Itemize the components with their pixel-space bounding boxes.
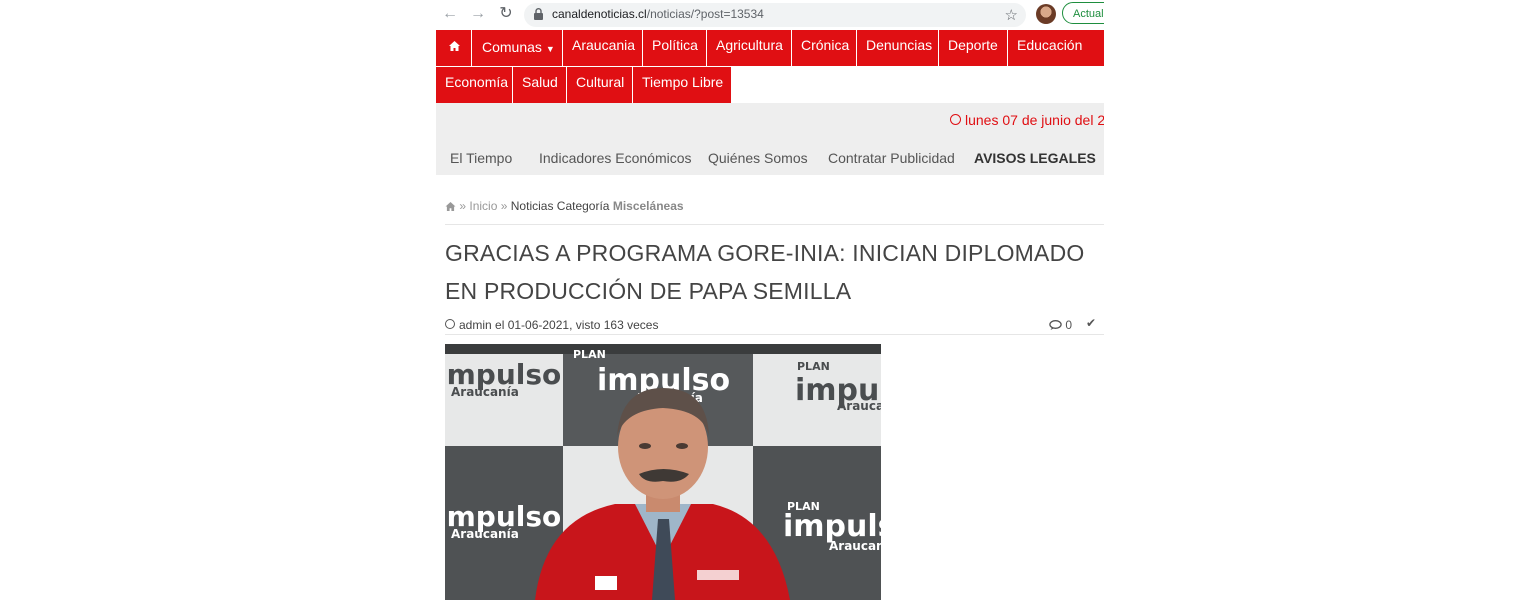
top-info-bar: lunes 07 de junio del 20 El Tiempo Indic… — [436, 103, 1104, 175]
nav-salud[interactable]: Salud — [513, 67, 567, 103]
check-icon: ✔ — [1086, 316, 1097, 330]
logo-region-text: Araucanía — [829, 539, 881, 553]
comments-number: 0 — [1065, 318, 1073, 332]
reload-icon[interactable]: ↻ — [496, 4, 516, 24]
main-nav: Comunas ▼ Araucania Política Agricultura … — [436, 30, 1104, 103]
logo-plan-text: PLAN — [573, 348, 606, 361]
divider — [445, 224, 1104, 225]
breadcrumb: » Inicio » Noticias Categoría Miscelánea… — [445, 199, 684, 213]
nav-cronica[interactable]: Crónica — [792, 30, 857, 66]
nav-agricultura[interactable]: Agricultura — [707, 30, 792, 66]
breadcrumb-current: Noticias Categoría — [510, 199, 610, 213]
link-el-tiempo[interactable]: El Tiempo — [450, 150, 512, 166]
nav-label: Agricultura — [716, 37, 783, 53]
nav-label: Cultural — [576, 74, 625, 90]
bookmark-star-icon[interactable]: ☆ — [1005, 6, 1018, 24]
link-contratar-publicidad[interactable]: Contratar Publicidad — [828, 150, 955, 166]
browser-frame: ← → ↻ canaldenoticias.cl/noticias/?post=… — [436, 0, 1104, 600]
profile-avatar[interactable] — [1036, 4, 1056, 24]
back-icon[interactable]: ← — [440, 4, 460, 24]
nav-label: Política — [652, 37, 698, 53]
url-text: canaldenoticias.cl/noticias/?post=13534 — [552, 7, 764, 21]
link-avisos-legales[interactable]: AVISOS LEGALES — [974, 150, 1096, 166]
nav-label: Crónica — [801, 37, 850, 53]
nav-tiempo-libre[interactable]: Tiempo Libre — [633, 67, 731, 103]
date-text: lunes 07 de junio del 20 — [965, 112, 1104, 128]
comment-icon — [1049, 320, 1062, 330]
breadcrumb-separator: » — [500, 199, 508, 213]
nav-deporte[interactable]: Deporte — [939, 30, 1008, 66]
logo-region-text: Araucanía — [451, 527, 519, 541]
current-date: lunes 07 de junio del 20 — [950, 112, 1104, 128]
nav-label: Denuncias — [866, 37, 933, 53]
nav-comunas[interactable]: Comunas ▼ — [472, 30, 563, 66]
breadcrumb-inicio[interactable]: Inicio — [469, 199, 497, 213]
article-image: PLAN impulso Araucanía impulso Araucanía… — [445, 344, 881, 600]
breadcrumb-category[interactable]: Misceláneas — [613, 199, 684, 213]
clock-icon — [950, 114, 961, 125]
chevron-down-icon: ▼ — [545, 44, 555, 54]
address-bar[interactable]: canaldenoticias.cl/noticias/?post=13534 … — [524, 3, 1026, 27]
link-quienes-somos[interactable]: Quiénes Somos — [708, 150, 808, 166]
nav-cultural[interactable]: Cultural — [567, 67, 633, 103]
home-icon[interactable] — [445, 202, 456, 211]
nav-label: Tiempo Libre — [642, 74, 724, 90]
nav-denuncias[interactable]: Denuncias — [857, 30, 939, 66]
nav-educacion[interactable]: Educación — [1008, 30, 1104, 66]
nav-economia[interactable]: Economía — [436, 67, 513, 103]
browser-toolbar: ← → ↻ canaldenoticias.cl/noticias/?post=… — [436, 0, 1104, 30]
url-host: canaldenoticias.cl — [552, 7, 647, 21]
article-meta: admin el 01-06-2021, visto 163 veces — [445, 318, 658, 332]
logo-region-text: Araucanía — [837, 399, 881, 413]
nav-comunas-label: Comunas — [482, 39, 542, 55]
nav-label: Educación — [1017, 37, 1083, 53]
nav-label: Araucania — [572, 37, 636, 53]
article-title: GRACIAS A PROGRAMA GORE-INIA: INICIAN DI… — [445, 240, 1085, 304]
forward-icon[interactable]: → — [468, 4, 488, 24]
lock-icon — [534, 8, 543, 20]
nav-label: Salud — [522, 74, 558, 90]
clock-icon — [445, 319, 455, 329]
link-indicadores[interactable]: Indicadores Económicos — [539, 150, 692, 166]
update-button[interactable]: Actuali — [1062, 2, 1104, 24]
breadcrumb-separator: » — [459, 199, 467, 213]
article-photo: PLAN impulso Araucanía impulso Araucanía… — [445, 344, 881, 600]
article-meta-text: admin el 01-06-2021, visto 163 veces — [459, 318, 659, 332]
logo-plan-text: PLAN — [797, 360, 830, 373]
comments-count[interactable]: 0 — [1049, 318, 1072, 332]
home-icon — [449, 41, 460, 51]
nav-politica[interactable]: Política — [643, 30, 707, 66]
logo-region-text: Araucanía — [451, 385, 519, 399]
url-path: /noticias/?post=13534 — [646, 7, 764, 21]
divider — [445, 334, 1104, 335]
nav-home[interactable] — [436, 30, 472, 66]
nav-label: Deporte — [948, 37, 998, 53]
nav-label: Economía — [445, 74, 509, 90]
nav-araucania[interactable]: Araucania — [563, 30, 643, 66]
